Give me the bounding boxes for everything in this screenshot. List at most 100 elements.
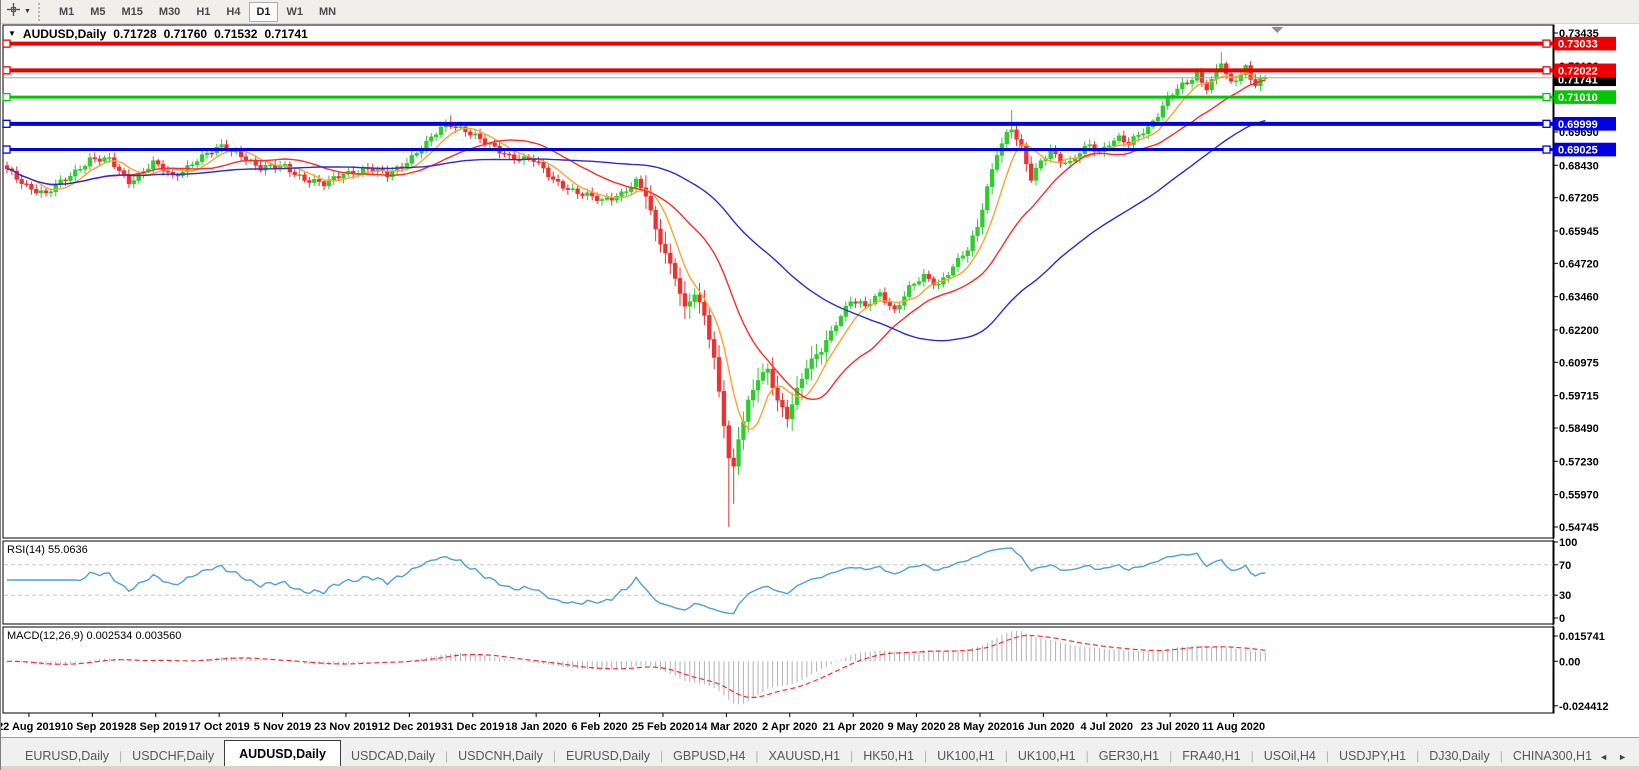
line-handle[interactable] bbox=[1542, 66, 1551, 75]
candle-body bbox=[29, 184, 34, 190]
candle-body bbox=[1180, 82, 1185, 90]
time-tick-label: 31 Dec 2019 bbox=[441, 721, 504, 733]
timeframe-button-m5[interactable]: M5 bbox=[83, 2, 112, 22]
candle-body bbox=[1121, 135, 1126, 143]
candle-body bbox=[921, 274, 927, 282]
time-tick-label: 22 Aug 2019 bbox=[1, 721, 61, 733]
candle-body bbox=[1155, 116, 1161, 122]
candle-body bbox=[1014, 129, 1019, 140]
candle-body bbox=[321, 181, 327, 187]
timeframe-button-w1[interactable]: W1 bbox=[280, 2, 311, 22]
line-handle[interactable] bbox=[1542, 145, 1551, 154]
line-handle[interactable] bbox=[2, 92, 11, 102]
time-tick-label: 25 Feb 2020 bbox=[632, 721, 694, 733]
line-handle[interactable] bbox=[1542, 119, 1551, 128]
candle-body bbox=[316, 179, 322, 182]
timeframe-button-d1[interactable]: D1 bbox=[249, 1, 278, 22]
tab-scroll-right-button[interactable]: ► bbox=[1618, 752, 1627, 762]
candle-body bbox=[780, 399, 785, 408]
candle-body bbox=[209, 152, 214, 155]
pane-splitter[interactable] bbox=[4, 539, 1553, 540]
timeframe-button-m1[interactable]: M1 bbox=[52, 2, 81, 22]
candle-body bbox=[707, 315, 712, 340]
crosshair-tool-button[interactable]: ▼ bbox=[3, 2, 34, 22]
candle-body bbox=[858, 301, 863, 304]
candle-body bbox=[990, 169, 995, 187]
chart-symbol-period: AUDUSD,Daily bbox=[22, 27, 107, 41]
candle-body bbox=[624, 191, 629, 193]
candle-body bbox=[1233, 80, 1239, 83]
candle-body bbox=[312, 179, 317, 183]
candle-body bbox=[785, 406, 790, 420]
chevron-down-icon[interactable]: ▼ bbox=[24, 8, 31, 15]
candle-body bbox=[53, 184, 58, 193]
candle-body bbox=[648, 195, 653, 211]
timeframe-buttons: M1 M5 M15 M30 H1 H4 D1 W1 MN bbox=[51, 1, 344, 22]
candle-body bbox=[1063, 162, 1068, 164]
candle-body bbox=[1029, 163, 1034, 181]
price-tick-label: 0.63460 bbox=[1559, 292, 1599, 304]
candle-body bbox=[731, 457, 736, 467]
price-tick-label: 0.67205 bbox=[1559, 193, 1599, 205]
crosshair-icon bbox=[6, 2, 21, 22]
candle-body bbox=[1116, 135, 1122, 142]
price-chart-canvas[interactable]: 0.734350.721900.709450.696900.684300.672… bbox=[1, 24, 1639, 737]
line-handle[interactable] bbox=[2, 145, 11, 154]
price-tick-label: 0.62200 bbox=[1559, 325, 1599, 337]
rsi-scale-label: 100 bbox=[1559, 537, 1577, 549]
line-handle[interactable] bbox=[2, 39, 11, 48]
candle-body bbox=[1033, 167, 1039, 181]
candle-body bbox=[48, 191, 54, 194]
candle-body bbox=[73, 169, 78, 177]
candle-body bbox=[672, 263, 678, 279]
candle-body bbox=[804, 368, 809, 380]
candle-body bbox=[702, 301, 707, 316]
candle-body bbox=[360, 167, 366, 174]
candle-body bbox=[1136, 134, 1141, 137]
line-handle[interactable] bbox=[2, 119, 11, 128]
candle-body bbox=[897, 305, 902, 310]
candle-body bbox=[63, 179, 68, 182]
timeframe-button-m15[interactable]: M15 bbox=[115, 2, 150, 22]
candle-body bbox=[653, 209, 658, 230]
toolbar-grip[interactable] bbox=[37, 2, 45, 21]
candle-body bbox=[1160, 105, 1165, 118]
candle-body bbox=[848, 301, 853, 307]
svg-text:0.73033: 0.73033 bbox=[1558, 39, 1598, 51]
candle-body bbox=[892, 305, 897, 310]
timeframe-button-h1[interactable]: H1 bbox=[189, 2, 217, 22]
candle-body bbox=[1111, 140, 1117, 147]
candle-body bbox=[190, 164, 195, 167]
price-badge: 0.69025 bbox=[1554, 142, 1616, 157]
candle-body bbox=[165, 170, 171, 173]
line-handle[interactable] bbox=[1542, 39, 1551, 48]
candle-body bbox=[824, 340, 829, 353]
candle-body bbox=[307, 180, 312, 183]
macd-indicator-label: MACD(12,26,9) 0.002534 0.003560 bbox=[7, 630, 182, 642]
candle-body bbox=[721, 391, 727, 426]
collapse-triangle-icon[interactable]: ▼ bbox=[8, 29, 16, 38]
candle-body bbox=[1141, 133, 1146, 136]
candle-body bbox=[599, 199, 605, 201]
timeframe-button-mn[interactable]: MN bbox=[312, 2, 343, 22]
candle-body bbox=[107, 157, 112, 159]
line-handle[interactable] bbox=[2, 66, 11, 75]
timeframe-button-m30[interactable]: M30 bbox=[152, 2, 187, 22]
candle-body bbox=[1009, 129, 1014, 133]
candle-body bbox=[585, 192, 590, 196]
candle-body bbox=[887, 302, 892, 306]
line-handle[interactable] bbox=[1542, 92, 1551, 102]
timeframe-button-h4[interactable]: H4 bbox=[219, 2, 247, 22]
pane-splitter[interactable] bbox=[4, 625, 1553, 626]
candle-body bbox=[331, 176, 336, 180]
tab-scroll-left-button[interactable]: ◄ bbox=[1599, 752, 1608, 762]
candle-body bbox=[736, 439, 741, 467]
candle-body bbox=[434, 134, 439, 138]
price-tick-label: 0.55970 bbox=[1559, 490, 1599, 502]
candle-body bbox=[438, 126, 444, 136]
price-tick-label: 0.68430 bbox=[1559, 160, 1599, 172]
candle-body bbox=[1146, 126, 1151, 134]
rsi-scale-label: 30 bbox=[1559, 590, 1571, 602]
price-badge: 0.71010 bbox=[1554, 90, 1616, 104]
candle-body bbox=[819, 351, 824, 355]
